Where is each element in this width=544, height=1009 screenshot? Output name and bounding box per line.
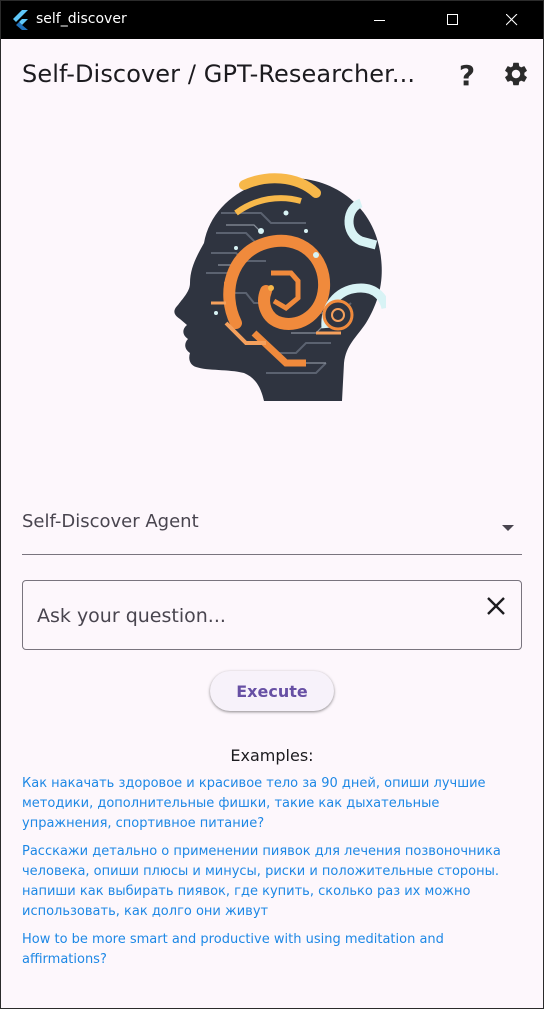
maximize-button[interactable] xyxy=(430,1,476,39)
gear-icon[interactable] xyxy=(502,60,530,88)
examples-heading: Examples: xyxy=(230,746,314,765)
minimize-icon xyxy=(374,20,385,21)
maximize-icon xyxy=(447,14,458,25)
dropdown-arrow-icon xyxy=(502,525,514,531)
close-icon xyxy=(506,14,518,26)
title-bar: self_discover xyxy=(1,1,543,39)
ai-head-logo xyxy=(174,173,386,401)
examples-list: Как накачать здоровое и красивое тело за… xyxy=(22,774,522,978)
question-field xyxy=(22,580,522,650)
agent-select[interactable]: Self-Discover Agent xyxy=(22,499,522,555)
example-link[interactable]: How to be more smart and productive with… xyxy=(22,930,522,970)
close-window-button[interactable] xyxy=(489,1,535,39)
example-link[interactable]: Расскажи детально о применении пиявок дл… xyxy=(22,842,522,922)
example-link[interactable]: Как накачать здоровое и красивое тело за… xyxy=(22,774,522,834)
help-icon[interactable]: ? xyxy=(454,60,480,92)
agent-select-value: Self-Discover Agent xyxy=(22,511,199,532)
execute-button[interactable]: Execute xyxy=(210,671,334,711)
app-window: self_discover Self-Discover / GPT-Resear… xyxy=(0,0,544,1009)
clear-icon[interactable] xyxy=(485,595,507,617)
minimize-button[interactable] xyxy=(357,1,403,39)
window-title: self_discover xyxy=(36,11,127,27)
question-input[interactable] xyxy=(37,601,467,631)
page-title: Self-Discover / GPT-Researcher... xyxy=(22,60,416,88)
flutter-icon xyxy=(13,10,28,30)
